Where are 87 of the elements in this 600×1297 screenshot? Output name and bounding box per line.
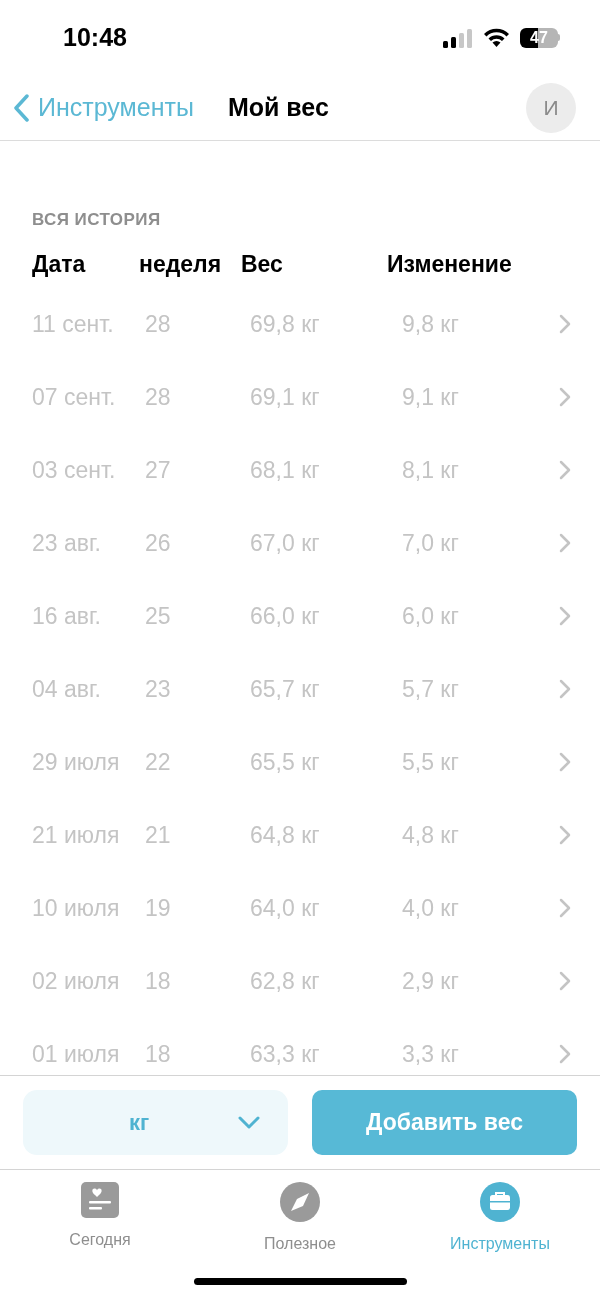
status-time: 10:48 (63, 21, 127, 53)
history-row[interactable]: 01 июля 18 63,3 кг 3,3 кг (0, 1017, 600, 1075)
weight-cell: 68,1 кг (250, 456, 320, 483)
column-header: Дата (32, 251, 86, 277)
weight-cell: 62,8 кг (250, 967, 320, 994)
week-cell: 26 (145, 529, 171, 556)
chevron-right-icon (559, 971, 571, 991)
date-cell: 10 июля (32, 894, 120, 921)
wifi-icon (483, 27, 510, 48)
change-cell: 9,8 кг (402, 310, 459, 337)
compass-icon (280, 1182, 320, 1222)
week-cell: 25 (145, 602, 171, 629)
chevron-right-icon (559, 533, 571, 553)
history-row[interactable]: 03 сент. 27 68,1 кг 8,1 кг (0, 433, 600, 507)
weight-cell: 64,8 кг (250, 821, 320, 848)
change-cell: 8,1 кг (402, 456, 459, 483)
chevron-right-icon (559, 752, 571, 772)
chevron-right-icon (559, 387, 571, 407)
date-cell: 23 авг. (32, 529, 101, 556)
chevron-right-icon (559, 898, 571, 918)
column-header: Изменение (387, 251, 512, 277)
change-cell: 2,9 кг (402, 967, 459, 994)
history-row[interactable]: 10 июля 19 64,0 кг 4,0 кг (0, 871, 600, 945)
chevron-right-icon (559, 679, 571, 699)
history-row[interactable]: 11 сент. 28 69,8 кг 9,8 кг (0, 287, 600, 361)
briefcase-icon (480, 1182, 520, 1222)
week-cell: 19 (145, 894, 171, 921)
change-cell: 7,0 кг (402, 529, 459, 556)
tab-item[interactable]: Сегодня (0, 1170, 200, 1260)
change-cell: 6,0 кг (402, 602, 459, 629)
weight-cell: 69,8 кг (250, 310, 320, 337)
date-cell: 29 июля (32, 748, 120, 775)
chevron-right-icon (559, 314, 571, 334)
back-link[interactable]: Инструменты (12, 88, 194, 127)
column-header: неделя (139, 251, 222, 277)
weight-cell: 63,3 кг (250, 1040, 320, 1067)
unit-select[interactable]: кг (23, 1090, 288, 1155)
weight-cell: 65,5 кг (250, 748, 320, 775)
history-row[interactable]: 07 сент. 28 69,1 кг 9,1 кг (0, 360, 600, 434)
tab-item[interactable]: Инструменты (400, 1170, 600, 1260)
week-cell: 21 (145, 821, 171, 848)
date-cell: 04 авг. (32, 675, 101, 702)
date-cell: 03 сент. (32, 456, 116, 483)
signal-icon (443, 27, 473, 48)
section-label: ВСЯ ИСТОРИЯ (32, 210, 161, 229)
date-cell: 02 июля (32, 967, 120, 994)
change-cell: 5,5 кг (402, 748, 459, 775)
add-weight-button[interactable]: Добавить вес (312, 1090, 577, 1155)
date-cell: 11 сент. (32, 310, 114, 337)
change-cell: 4,0 кг (402, 894, 459, 921)
profile-avatar[interactable]: И (526, 82, 576, 133)
weight-cell: 67,0 кг (250, 529, 320, 556)
change-cell: 3,3 кг (402, 1040, 459, 1067)
change-cell: 4,8 кг (402, 821, 459, 848)
change-cell: 9,1 кг (402, 383, 459, 410)
week-cell: 18 (145, 1040, 171, 1067)
history-row[interactable]: 29 июля 22 65,5 кг 5,5 кг (0, 725, 600, 799)
week-cell: 22 (145, 748, 171, 775)
week-cell: 23 (145, 675, 171, 702)
history-row[interactable]: 04 авг. 23 65,7 кг 5,7 кг (0, 652, 600, 726)
chevron-down-icon (238, 1115, 260, 1130)
history-row[interactable]: 23 авг. 26 67,0 кг 7,0 кг (0, 506, 600, 580)
week-cell: 28 (145, 383, 171, 410)
tab-item[interactable]: Полезное (200, 1170, 400, 1260)
date-cell: 07 сент. (32, 383, 116, 410)
history-row[interactable]: 02 июля 18 62,8 кг 2,9 кг (0, 944, 600, 1018)
week-cell: 28 (145, 310, 171, 337)
date-cell: 21 июля (32, 821, 120, 848)
date-cell: 16 авг. (32, 602, 101, 629)
weight-cell: 66,0 кг (250, 602, 320, 629)
column-header: Вес (241, 251, 283, 277)
weight-cell: 65,7 кг (250, 675, 320, 702)
page-title: Мой вес (227, 91, 329, 123)
week-cell: 18 (145, 967, 171, 994)
week-cell: 27 (145, 456, 171, 483)
chevron-right-icon (559, 1044, 571, 1064)
chevron-right-icon (559, 825, 571, 845)
history-row[interactable]: 16 авг. 25 66,0 кг 6,0 кг (0, 579, 600, 653)
date-cell: 01 июля (32, 1040, 120, 1067)
heart-card-icon (81, 1182, 119, 1218)
weight-cell: 64,0 кг (250, 894, 320, 921)
chevron-left-icon (12, 93, 30, 122)
change-cell: 5,7 кг (402, 675, 459, 702)
history-row[interactable]: 21 июля 21 64,8 кг 4,8 кг (0, 798, 600, 872)
chevron-right-icon (559, 606, 571, 626)
chevron-right-icon (559, 460, 571, 480)
weight-cell: 69,1 кг (250, 383, 320, 410)
